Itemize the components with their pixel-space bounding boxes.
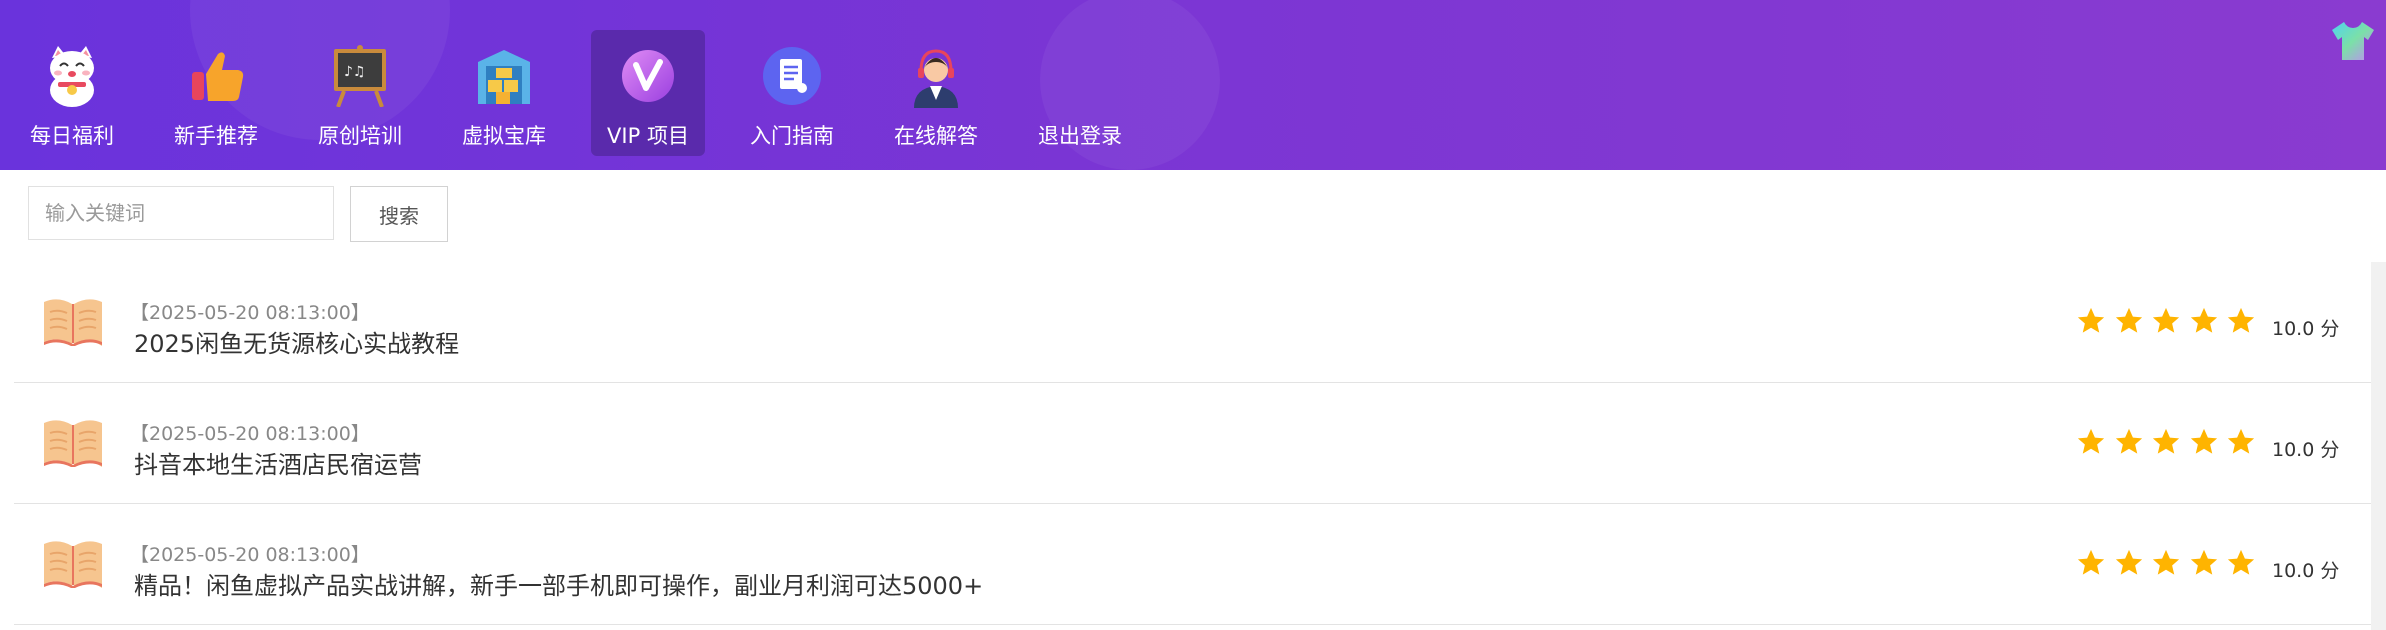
list-item[interactable]: 【2025-05-20 08:13:00】 抖音本地生活酒店民宿运营 10.0 …	[14, 383, 2386, 504]
item-date: 【2025-05-20 08:13:00】	[130, 544, 370, 566]
star-icon	[2115, 549, 2142, 575]
treasure-warehouse-icon	[472, 44, 536, 108]
nav-label: 在线解答	[894, 124, 978, 148]
nav-item-virtual-treasury[interactable]: 虚拟宝库	[447, 30, 561, 156]
star-icon	[2077, 428, 2105, 454]
nav-label: 虚拟宝库	[462, 124, 546, 148]
nav-label: VIP 项目	[607, 124, 689, 148]
star-icon	[2115, 307, 2142, 333]
star-icon	[2227, 428, 2255, 454]
item-score: 10.0 分	[2272, 439, 2340, 461]
search-input[interactable]	[28, 186, 334, 240]
nav-icon-placeholder	[1048, 44, 1112, 108]
thumbs-up-icon	[184, 44, 248, 108]
nav-label: 退出登录	[1038, 124, 1122, 148]
open-book-icon	[42, 538, 104, 589]
rating-stars	[2076, 306, 2264, 336]
content-panel: 搜索 【2025-05-20 08:13:00】 2025闲鱼无货源核心实战教程	[14, 170, 2386, 630]
star-icon	[2152, 307, 2180, 333]
nav-item-daily-welfare[interactable]: 每日福利	[15, 30, 129, 156]
document-icon	[760, 44, 824, 108]
nav-label: 每日福利	[30, 124, 114, 148]
star-icon	[2227, 307, 2255, 333]
nav-item-original-training[interactable]: ♪♫ 原创培训	[303, 30, 417, 156]
open-book-icon	[42, 296, 104, 347]
nav-item-getting-started[interactable]: 入门指南	[735, 30, 849, 156]
main-nav: 每日福利 新手推荐 ♪♫ 原创培训 虚拟宝库 VIP 项目 入门指南 在线解答 …	[15, 30, 1167, 156]
svg-text:♪♫: ♪♫	[344, 64, 366, 80]
rating-stars	[2076, 427, 2264, 457]
support-agent-icon	[904, 44, 968, 108]
list-item[interactable]: 【2025-05-20 08:13:00】 精品！闲鱼虚拟产品实战讲解，新手一部…	[14, 504, 2386, 625]
star-icon	[2077, 549, 2105, 575]
lucky-cat-icon	[40, 44, 104, 108]
item-title[interactable]: 2025闲鱼无货源核心实战教程	[134, 324, 459, 359]
nav-label: 原创培训	[318, 124, 402, 148]
star-icon	[2115, 428, 2142, 454]
item-date: 【2025-05-20 08:13:00】	[130, 302, 370, 324]
t-shirt-icon[interactable]	[2330, 18, 2376, 64]
nav-item-newbie-recommend[interactable]: 新手推荐	[159, 30, 273, 156]
nav-item-logout[interactable]: 退出登录	[1023, 30, 1137, 156]
star-icon	[2152, 549, 2180, 575]
item-score: 10.0 分	[2272, 560, 2340, 582]
open-book-icon	[42, 417, 104, 468]
nav-label: 新手推荐	[174, 124, 258, 148]
star-icon	[2190, 428, 2217, 454]
search-button[interactable]: 搜索	[350, 186, 448, 242]
star-icon	[2227, 549, 2255, 575]
item-score: 10.0 分	[2272, 318, 2340, 340]
item-title[interactable]: 抖音本地生活酒店民宿运营	[134, 445, 422, 480]
star-icon	[2190, 549, 2217, 575]
vertical-scrollbar[interactable]	[2371, 262, 2386, 630]
star-icon	[2190, 307, 2217, 333]
nav-item-online-answers[interactable]: 在线解答	[879, 30, 993, 156]
item-title[interactable]: 精品！闲鱼虚拟产品实战讲解，新手一部手机即可操作，副业月利润可达5000+	[134, 566, 983, 601]
list-item[interactable]: 【2025-05-20 08:13:00】 2025闲鱼无货源核心实战教程 10…	[14, 262, 2386, 383]
top-navigation-bar: 每日福利 新手推荐 ♪♫ 原创培训 虚拟宝库 VIP 项目 入门指南 在线解答 …	[0, 0, 2386, 170]
chalkboard-icon: ♪♫	[328, 44, 392, 108]
star-icon	[2152, 428, 2180, 454]
item-date: 【2025-05-20 08:13:00】	[130, 423, 370, 445]
star-icon	[2077, 307, 2105, 333]
nav-item-vip-projects[interactable]: VIP 项目	[591, 30, 705, 156]
article-list: 【2025-05-20 08:13:00】 2025闲鱼无货源核心实战教程 10…	[14, 262, 2386, 625]
vip-badge-icon	[616, 44, 680, 108]
rating-stars	[2076, 548, 2264, 578]
nav-label: 入门指南	[750, 124, 834, 148]
